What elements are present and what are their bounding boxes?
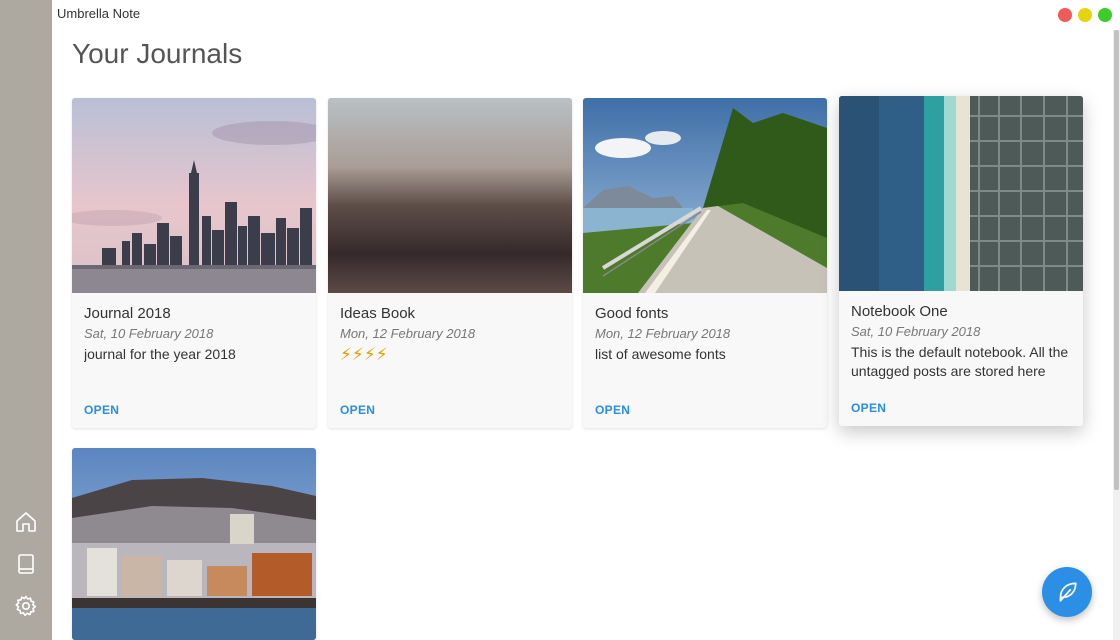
page-title: Your Journals [72, 38, 243, 69]
journal-cover-image [328, 98, 572, 293]
app-title: Umbrella Note [57, 6, 141, 21]
open-journal-button[interactable]: OPEN [340, 403, 375, 417]
home-icon[interactable] [13, 509, 39, 535]
journal-date: Mon, 12 February 2018 [595, 326, 731, 341]
journal-title: Good fonts [595, 305, 669, 322]
journal-title: Notebook One [851, 303, 948, 320]
close-window-button[interactable] [1058, 8, 1072, 22]
journal-card[interactable]: Notebook One Sat, 10 February 2018 This … [839, 96, 1083, 426]
journal-card[interactable]: Ideas Book Mon, 12 February 2018 ⚡⚡⚡⚡ OP… [328, 98, 572, 428]
journal-date: Sat, 10 February 2018 [851, 324, 981, 339]
journal-title: Ideas Book [340, 305, 416, 322]
scrollbar[interactable] [1113, 30, 1120, 640]
journal-cover-image [583, 98, 827, 293]
journal-description: journal for the year 2018 [84, 346, 236, 362]
feather-icon [1059, 582, 1077, 602]
journal-description: This is the default notebook. All the un… [851, 344, 1069, 379]
gear-icon[interactable] [13, 593, 39, 619]
journal-description: ⚡⚡⚡⚡ [340, 345, 388, 364]
open-journal-button[interactable]: OPEN [84, 403, 119, 417]
journal-title: Journal 2018 [84, 305, 171, 322]
journal-card[interactable] [72, 448, 316, 640]
journal-date: Mon, 12 February 2018 [340, 326, 476, 341]
book-icon[interactable] [13, 551, 39, 577]
maximize-window-button[interactable] [1098, 8, 1112, 22]
journal-card[interactable]: Journal 2018 Sat, 10 February 2018 journ… [72, 98, 316, 428]
journal-date: Sat, 10 February 2018 [84, 326, 214, 341]
journal-cover-image [72, 98, 316, 293]
open-journal-button[interactable]: OPEN [851, 401, 886, 415]
scrollbar-thumb[interactable] [1114, 30, 1119, 490]
journal-cover-image [839, 96, 1083, 291]
journal-description: list of awesome fonts [595, 346, 726, 362]
sidebar [0, 0, 52, 640]
journal-card[interactable]: Good fonts Mon, 12 February 2018 list of… [583, 98, 827, 428]
minimize-window-button[interactable] [1078, 8, 1092, 22]
new-post-button[interactable] [1042, 567, 1092, 617]
open-journal-button[interactable]: OPEN [595, 403, 630, 417]
journal-cover-image [72, 448, 316, 640]
